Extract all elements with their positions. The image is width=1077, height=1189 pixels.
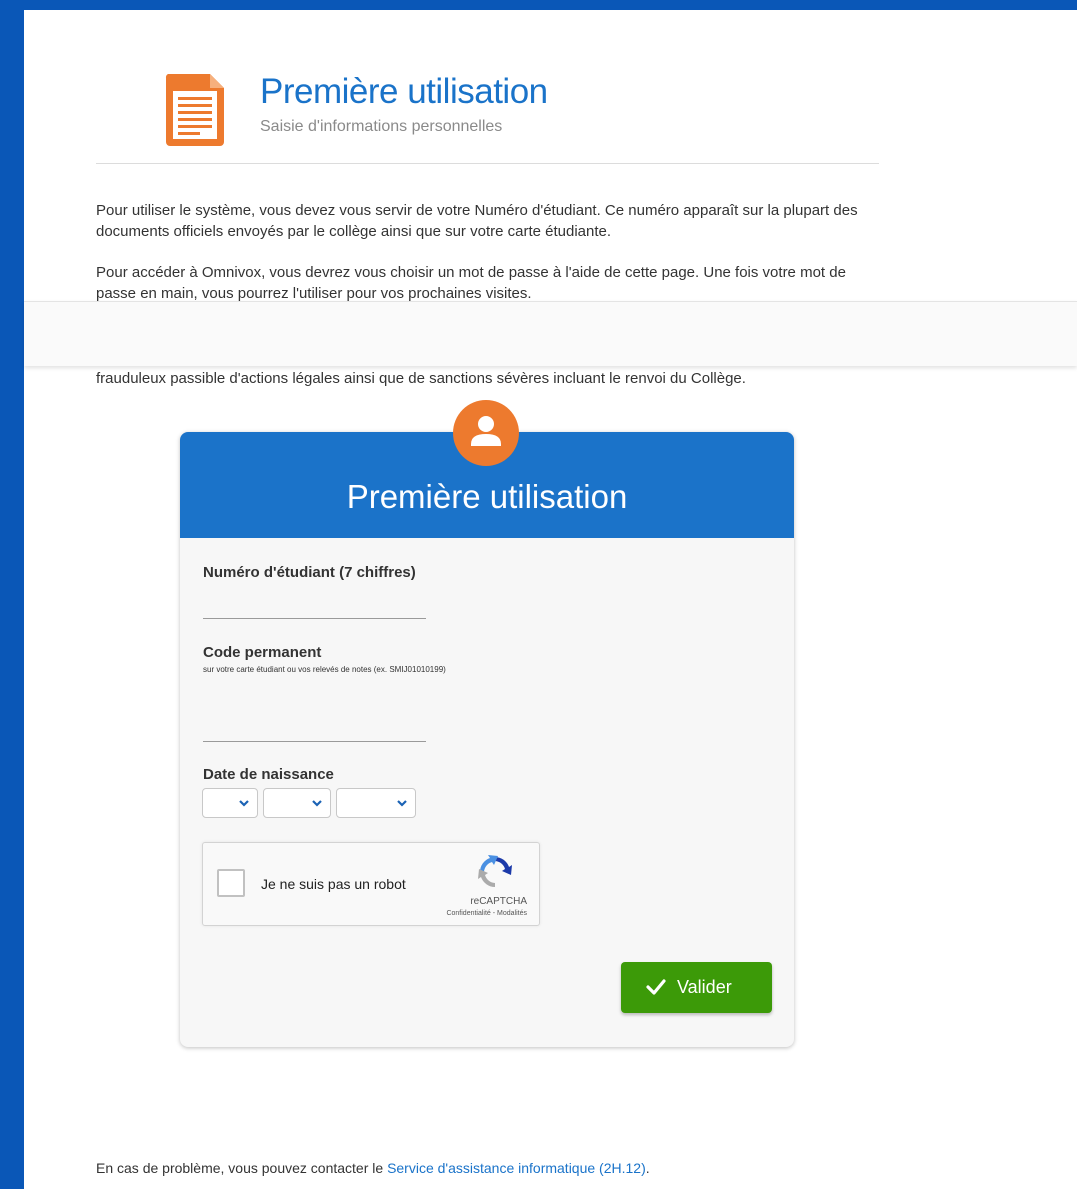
chevron-down-icon — [397, 800, 407, 807]
submit-button[interactable]: Valider — [621, 962, 772, 1013]
birth-date-label: Date de naissance — [203, 766, 334, 783]
intro-paragraph-2: Pour accéder à Omnivox, vous devrez vous… — [96, 264, 846, 302]
footer-help: En cas de problème, vous pouvez contacte… — [96, 1160, 650, 1176]
intro-paragraph-3: frauduleux passible d'actions légales ai… — [96, 370, 746, 387]
permanent-code-hint: sur votre carte étudiant ou vos relevés … — [203, 665, 446, 674]
user-avatar — [453, 400, 519, 466]
recaptcha-label: Je ne suis pas un robot — [261, 876, 406, 892]
top-frame-bar — [0, 0, 1077, 10]
form-title: Première utilisation — [346, 478, 628, 515]
birth-year-select[interactable] — [336, 788, 416, 818]
checkmark-icon — [646, 979, 666, 995]
student-number-label: Numéro d'étudiant (7 chiffres) — [203, 564, 416, 581]
chevron-down-icon — [239, 800, 249, 807]
intro-paragraph-1: Pour utiliser le système, vous devez vou… — [96, 202, 858, 240]
birth-day-select[interactable] — [202, 788, 258, 818]
chevron-down-icon — [312, 800, 322, 807]
page-subtitle: Saisie d'informations personnelles — [260, 118, 503, 135]
first-use-form: Première utilisation Numéro d'étudiant (… — [180, 432, 794, 1047]
support-service-link[interactable]: Service d'assistance informatique (2H.12… — [387, 1160, 646, 1176]
birth-month-select[interactable] — [263, 788, 331, 818]
user-icon — [471, 416, 501, 446]
recaptcha-logo-icon — [478, 855, 512, 887]
page-title: Première utilisation — [260, 72, 548, 111]
student-number-input[interactable] — [203, 594, 426, 619]
footer-text: En cas de problème, vous pouvez contacte… — [96, 1160, 388, 1176]
overlay-banner — [24, 301, 1077, 366]
recaptcha-checkbox[interactable] — [217, 869, 245, 897]
permanent-code-input[interactable] — [203, 717, 426, 742]
left-frame-bar — [0, 0, 24, 1189]
recaptcha-terms-link[interactable]: Confidentialité - Modalités — [446, 910, 527, 917]
document-icon — [165, 74, 224, 146]
permanent-code-label: Code permanent — [203, 644, 322, 661]
recaptcha-brand: reCAPTCHA — [470, 896, 527, 907]
header-divider — [96, 163, 879, 164]
submit-label: Valider — [677, 977, 732, 997]
recaptcha-widget: Je ne suis pas un robot reCAPTCHA Confid… — [202, 842, 540, 926]
footer-suffix: . — [645, 1160, 650, 1176]
